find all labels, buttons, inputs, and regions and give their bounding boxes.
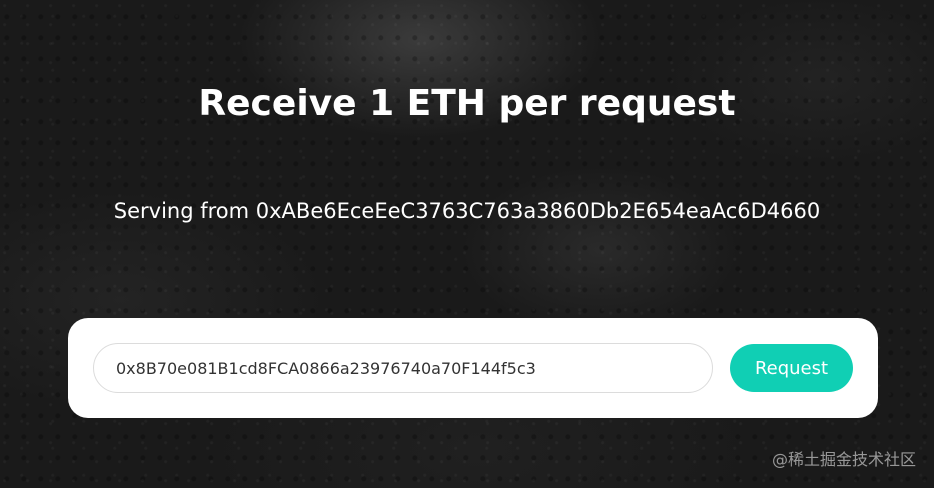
- page-title: Receive 1 ETH per request: [198, 83, 736, 124]
- watermark: @稀土掘金技术社区: [771, 450, 916, 469]
- wallet-address-input[interactable]: [93, 343, 713, 393]
- request-form-card: Request: [68, 318, 878, 418]
- serving-address-text: Serving from 0xABe6EceEeC3763C763a3860Db…: [113, 199, 821, 223]
- request-button[interactable]: Request: [730, 344, 853, 392]
